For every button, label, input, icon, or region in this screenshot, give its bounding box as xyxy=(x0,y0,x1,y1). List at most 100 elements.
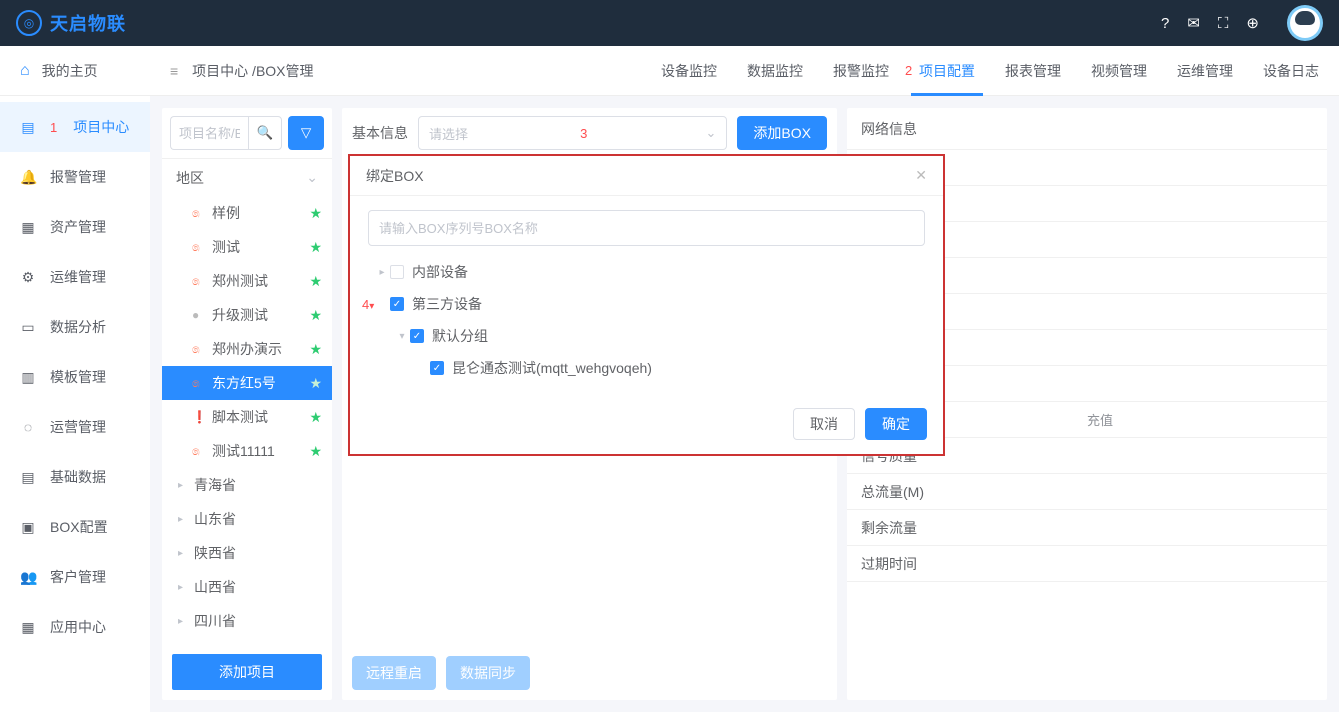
sidebar-item-1[interactable]: 🔔报警管理 xyxy=(0,152,150,202)
caret-right-icon[interactable]: ▸ xyxy=(374,267,390,278)
sidebar-item-2[interactable]: ▦资产管理 xyxy=(0,202,150,252)
confirm-button[interactable]: 确定 xyxy=(865,408,927,440)
sidebar-item-label: 模板管理 xyxy=(50,367,106,387)
tree-item-label: 测试11111 xyxy=(212,441,275,461)
sidebar-item-label: 基础数据 xyxy=(50,467,106,487)
collapse-icon[interactable]: ≡ xyxy=(170,63,178,79)
checkbox-thirdparty[interactable]: ✓ xyxy=(390,297,404,311)
select-placeholder: 请选择 xyxy=(429,124,468,143)
tree-item-label: 脚本测试 xyxy=(212,407,268,427)
topbar: ≡ 项目中心 /BOX管理 设备监控数据监控报警监控2项目配置报表管理视频管理运… xyxy=(150,46,1339,96)
box-select[interactable]: 请选择 3 ⌄ xyxy=(418,116,727,150)
tab-5[interactable]: 视频管理 xyxy=(1091,46,1147,95)
cancel-button[interactable]: 取消 xyxy=(793,408,855,440)
star-icon[interactable]: ★ xyxy=(309,239,322,256)
tree-node-mqtt-device[interactable]: 昆仑通态测试(mqtt_wehgvoqeh) xyxy=(452,358,652,378)
close-icon[interactable]: ✕ xyxy=(915,167,927,184)
star-icon[interactable]: ★ xyxy=(309,341,322,358)
annotation-1: 1 xyxy=(50,120,57,135)
tree-item-11[interactable]: ▸山西省 xyxy=(162,570,332,604)
globe-icon[interactable]: ⊕ xyxy=(1246,14,1259,32)
tab-1[interactable]: 数据监控 xyxy=(747,46,803,95)
table-row: 总流量(M) xyxy=(847,474,1327,510)
tree-item-12[interactable]: ▸四川省 xyxy=(162,604,332,638)
search-button[interactable]: 🔍 xyxy=(248,116,282,150)
avatar[interactable] xyxy=(1287,5,1323,41)
mail-icon[interactable]: ✉ xyxy=(1187,14,1200,32)
tree-item-0[interactable]: ෧样例★ xyxy=(162,196,332,230)
tree-item-label: 郑州测试 xyxy=(212,271,268,291)
tab-3[interactable]: 2项目配置 xyxy=(919,46,975,95)
sidebar-item-label: 运维管理 xyxy=(50,267,106,287)
tree-node-internal[interactable]: 内部设备 xyxy=(412,262,468,282)
status-dot: ෧ xyxy=(192,376,206,391)
tab-2[interactable]: 报警监控 xyxy=(833,46,889,95)
fullscreen-icon[interactable]: ⛶ xyxy=(1218,15,1229,32)
region-label: 地区 xyxy=(176,168,204,188)
tree-item-label: 郑州办演示 xyxy=(212,339,282,359)
tree-item-label: 四川省 xyxy=(194,611,236,631)
status-dot: ෧ xyxy=(192,206,206,221)
star-icon[interactable]: ★ xyxy=(309,443,322,460)
sidebar-item-5[interactable]: ▥模板管理 xyxy=(0,352,150,402)
tree-item-10[interactable]: ▸陕西省 xyxy=(162,536,332,570)
checkbox-internal[interactable] xyxy=(390,265,404,279)
sidebar-item-label: BOX配置 xyxy=(50,517,108,537)
tree-node-default-group[interactable]: 默认分组 xyxy=(432,326,488,346)
star-icon[interactable]: ★ xyxy=(309,409,322,426)
star-icon[interactable]: ★ xyxy=(309,205,322,222)
sidebar-item-label: 应用中心 xyxy=(50,617,106,637)
tree-item-label: 测试 xyxy=(212,237,240,257)
tree-item-1[interactable]: ෧测试★ xyxy=(162,230,332,264)
annotation-4: 4▾ xyxy=(362,297,374,312)
sidebar-item-3[interactable]: ⚙ 运维管理 xyxy=(0,252,150,302)
help-icon[interactable]: ? xyxy=(1161,15,1169,32)
tree-item-3[interactable]: ●升级测试★ xyxy=(162,298,332,332)
tree-item-8[interactable]: ▸青海省 xyxy=(162,468,332,502)
tab-4[interactable]: 报表管理 xyxy=(1005,46,1061,95)
tree-item-6[interactable]: ❗脚本测试★ xyxy=(162,400,332,434)
tree-item-4[interactable]: ෧郑州办演示★ xyxy=(162,332,332,366)
sidebar-item-7[interactable]: ▤基础数据 xyxy=(0,452,150,502)
caret-down-icon[interactable]: ▾ xyxy=(394,331,410,342)
sidebar-item-8[interactable]: ▣ BOX配置 xyxy=(0,502,150,552)
add-box-button[interactable]: 添加BOX xyxy=(737,116,827,150)
home-link[interactable]: ⌂ 我的主页 xyxy=(0,46,150,96)
remote-restart-button[interactable]: 远程重启 xyxy=(352,656,436,690)
recharge-link[interactable]: 充值 xyxy=(1087,413,1113,428)
chevron-down-icon: ⌄ xyxy=(306,169,318,186)
star-icon[interactable]: ★ xyxy=(309,307,322,324)
bind-box-modal: 绑定BOX ✕ ▸ 内部设备 4▾ ▸ ✓ 第三方设备 xyxy=(348,154,945,456)
star-icon[interactable]: ★ xyxy=(309,375,322,392)
search-input[interactable] xyxy=(170,116,248,150)
table-row: 剩余流量 xyxy=(847,510,1327,546)
box-serial-input[interactable] xyxy=(368,210,925,246)
data-sync-button[interactable]: 数据同步 xyxy=(446,656,530,690)
tab-0[interactable]: 设备监控 xyxy=(661,46,717,95)
sidebar-item-label: 客户管理 xyxy=(50,567,106,587)
tree-item-7[interactable]: ෧测试11111★ xyxy=(162,434,332,468)
tree-node-thirdparty[interactable]: 第三方设备 xyxy=(412,294,482,314)
sidebar-item-4[interactable]: ▭数据分析 xyxy=(0,302,150,352)
app-header: ◎ 天启物联 ? ✉ ⛶ ⊕ xyxy=(0,0,1339,46)
sidebar-item-9[interactable]: 👥客户管理 xyxy=(0,552,150,602)
tree-item-5[interactable]: ෧东方红5号★ xyxy=(162,366,332,400)
sidebar-item-6[interactable]: ◌运营管理 xyxy=(0,402,150,452)
checkbox-mqtt-device[interactable]: ✓ xyxy=(430,361,444,375)
tree-item-2[interactable]: ෧郑州测试★ xyxy=(162,264,332,298)
sidebar-icon: ▭ xyxy=(20,319,36,336)
sidebar-item-label: 运营管理 xyxy=(50,417,106,437)
tab-6[interactable]: 运维管理 xyxy=(1177,46,1233,95)
sidebar-icon: ▣ xyxy=(20,519,36,536)
tree-item-9[interactable]: ▸山东省 xyxy=(162,502,332,536)
add-project-button[interactable]: 添加项目 xyxy=(172,654,322,690)
star-icon[interactable]: ★ xyxy=(309,273,322,290)
sidebar-item-0[interactable]: ▤1项目中心 xyxy=(0,102,150,152)
sidebar-item-10[interactable]: ▦应用中心 xyxy=(0,602,150,652)
basic-info-panel: 基本信息 请选择 3 ⌄ 添加BOX 绑定BOX ✕ ▸ xyxy=(342,108,837,700)
sidebar-icon: ⚙ xyxy=(20,269,36,286)
tab-7[interactable]: 设备日志 xyxy=(1263,46,1319,95)
checkbox-default-group[interactable]: ✓ xyxy=(410,329,424,343)
region-select[interactable]: 地区 ⌄ xyxy=(162,158,332,196)
filter-button[interactable]: ▽ xyxy=(288,116,324,150)
